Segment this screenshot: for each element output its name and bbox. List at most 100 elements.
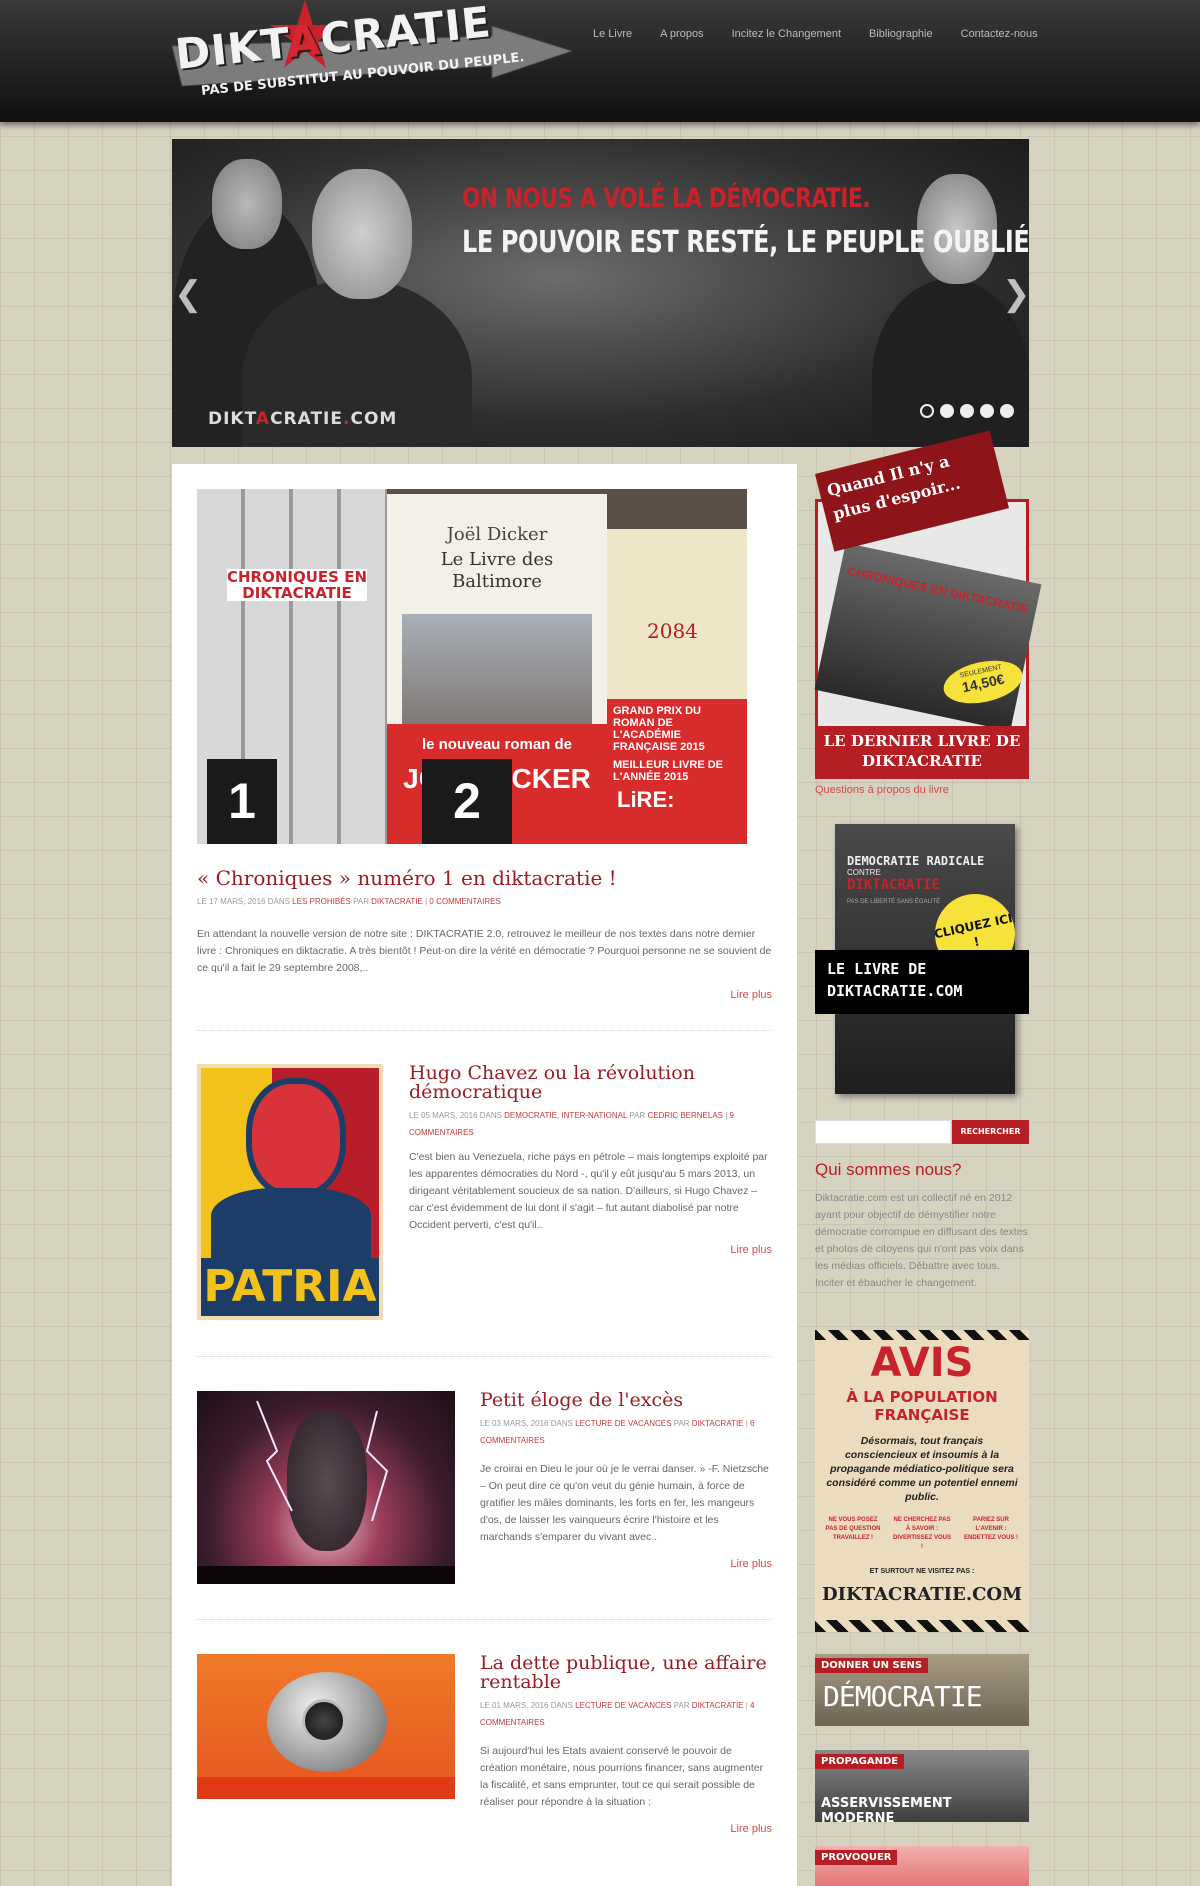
slider-next-arrow-icon[interactable]: ❯ [1002,274,1029,314]
latest-book-promo[interactable]: CHRONIQUES EN DIKTACRATIE SEULEMENT 14,5… [814,430,1042,779]
promo2-book-title: DEMOCRATIE RADICALE [847,854,985,868]
promo2-caption: LE LIVRE DE DIKTACRATIE.COM [815,950,1029,1014]
banner-provoquer[interactable]: PROVOQUER [815,1846,1029,1886]
post-title[interactable]: Petit éloge de l'excès [480,1391,772,1410]
thumb-prize-text: GRAND PRIX DU ROMAN DE L'ACADÉMIE FRANÇA… [613,705,705,753]
banner-word: DÉMOCRATIE [823,1680,983,1713]
slider-dot[interactable] [960,404,974,418]
post-title[interactable]: Hugo Chavez ou la révolution démocratiqu… [409,1064,772,1102]
nav-bibliographie[interactable]: Bibliographie [869,28,933,40]
avis-site: DIKTACRATIE.COM [821,1584,1023,1605]
post-thumbnail-chroniques[interactable]: CHRONIQUES EN DIKTACRATIE Joël Dicker Le… [197,489,747,844]
thumb-chroniques-title: CHRONIQUES EN DIKTACRATIE [227,568,368,602]
about-widget-title: Qui sommes nous? [815,1160,962,1179]
post-thumbnail-exces[interactable] [197,1391,455,1584]
read-more-link[interactable]: Lire plus [197,989,772,1001]
post-meta: LE 05 MARS, 2016 DANS DEMOCRATIE, INTER-… [409,1111,734,1137]
post-author-link[interactable]: CEDRIC BERNELAS [647,1111,723,1120]
thumb-book-author: Joël Dicker [446,524,548,545]
promo2-contre: CONTRE [847,868,881,877]
thumb-chavez-body [211,1188,371,1258]
read-more-link[interactable]: Lire plus [409,1244,772,1256]
search-input[interactable] [815,1120,951,1144]
promo2-caption-line1: LE LIVRE DE [827,960,927,978]
site-logo[interactable]: DIKTACRATIE PAS DE SUBSTITUT AU POUVOIR … [172,0,572,118]
post-author-link[interactable]: DIKTACRATIE [692,1701,744,1710]
promo-book-title: CHRONIQUES EN DIKTACRATIE [846,564,1030,617]
slider-face-left [212,159,282,249]
main-nav: Le Livre A propos Incitez le Changement … [593,28,1066,40]
content-column: CHRONIQUES EN DIKTACRATIE Joël Dicker Le… [172,464,797,1886]
post-chavez: Hugo Chavez ou la révolution démocratiqu… [409,1064,772,1257]
post-excerpt: C'est bien au Venezuela, riche pays en p… [409,1151,768,1231]
post-divider [197,1356,772,1357]
post-author-link[interactable]: DIKTACRATIE [692,1419,744,1428]
nav-le-livre[interactable]: Le Livre [593,28,632,40]
post-thumbnail-chavez[interactable]: PATRIA [197,1064,383,1320]
slider-headline-white: LE POUVOIR EST RESTÉ, LE PEUPLE OUBLIÉ. [462,225,1029,260]
post-thumbnail-dette[interactable] [197,1654,455,1799]
slider-dot[interactable] [940,404,954,418]
banner-tag: DONNER UN SENS [815,1658,929,1673]
post-author-link[interactable]: DIKTACRATIE [371,897,423,906]
book-questions-link[interactable]: Questions à propos du livre [815,784,949,796]
post-meta: LE 17 MARS, 2016 DANS LES PROHIBÉS PAR D… [197,897,501,906]
avis-hazard-bottom [815,1620,1029,1632]
post-divider [197,1030,772,1031]
read-more-link[interactable]: Lire plus [480,1823,772,1835]
avis-col2: NE CHERCHEZ PAS À SAVOIR : DIVERTISSEZ V… [892,1517,951,1550]
lightning-icon [256,1400,389,1522]
banner-democratie[interactable]: DONNER UN SENS DÉMOCRATIE [815,1654,1029,1726]
slider-dot[interactable] [980,404,994,418]
thumb-patria-band: PATRIA [201,1258,379,1316]
banner-word: ASSERVISSEMENT MODERNE [821,1796,952,1822]
read-more-link[interactable]: Lire plus [480,1558,772,1570]
post-category-link[interactable]: DEMOCRATIE, INTER-NATIONAL [504,1111,627,1120]
avis-col3: PARIEZ SUR L'AVENIR : ENDETTEZ VOUS ! [963,1517,1018,1541]
thumb-book-building [402,614,592,734]
banner-tag: PROVOQUER [815,1850,898,1865]
thumb-patria-poster: PATRIA [201,1068,379,1316]
thumb-number-2: 2 [422,759,512,844]
thumb-lire-text: LiRE: [617,787,675,812]
slider-brand: DIKTACRATIE.COM [208,409,398,429]
post-title[interactable]: « Chroniques » numéro 1 en diktacratie ! [197,868,772,888]
hero-slider[interactable]: ON NOUS A VOLÉ LA DÉMOCRATIE. LE POUVOIR… [172,139,1029,447]
promo2-red-title: DIKTACRATIE [847,877,940,893]
nav-contactez-nous[interactable]: Contactez-nous [961,28,1038,40]
post-excerpt: Je croirai en Dieu le jour où je le verr… [480,1463,769,1543]
site-header: DIKTACRATIE PAS DE SUBSTITUT AU POUVOIR … [0,0,1200,122]
banner-tag: PROPAGANDE [815,1754,905,1769]
slider-dot[interactable] [920,404,934,418]
avis-poster-banner[interactable]: AVIS À LA POPULATION FRANÇAISE Désormais… [815,1330,1029,1632]
post-excerpt: Si aujourd'hui les Etats avaient conserv… [480,1745,764,1808]
post-category-link[interactable]: LECTURE DE VACANCES [575,1701,671,1710]
thumb-dial [302,1699,346,1743]
nav-a-propos[interactable]: A propos [660,28,703,40]
avis-body: Désormais, tout français consciencieux e… [826,1435,1018,1503]
about-widget-text: Diktacratie.com est un collectif né en 2… [815,1192,1028,1289]
slider-dot[interactable] [1000,404,1014,418]
post-category-link[interactable]: LES PROHIBÉS [292,897,351,906]
search-button[interactable]: RECHERCHER [952,1120,1029,1144]
avis-note: ET SURTOUT NE VISITEZ PAS : [869,1568,975,1575]
avis-hazard-top [815,1330,1029,1340]
book-promo-diktacratie[interactable]: DEMOCRATIE RADICALE CONTRE DIKTACRATIE P… [815,824,1029,1094]
banner-propagande[interactable]: PROPAGANDE ASSERVISSEMENT MODERNE [815,1750,1029,1822]
promo-book-cover: CHRONIQUES EN DIKTACRATIE [814,542,1042,732]
post-comments-link[interactable]: 0 COMMENTAIRES [429,897,500,906]
thumb-2084-book: 2084 GRAND PRIX DU ROMAN DE L'ACADÉMIE F… [607,529,747,844]
thumb-chavez-face [246,1078,346,1198]
thumb-2084-title: 2084 [647,619,698,643]
promo-caption-band: LE DERNIER LIVRE DE DIKTACRATIE [818,726,1026,776]
post-category-link[interactable]: LECTURE DE VACANCES [575,1419,671,1428]
avis-col1: NE VOUS POSEZ PAS DE QUESTION TRAVAILLEZ… [825,1517,881,1541]
slider-prev-arrow-icon[interactable]: ❮ [174,274,203,314]
nav-incitez-le-changement[interactable]: Incitez le Changement [732,28,841,40]
thumb-ground [197,1566,455,1584]
post-chroniques: « Chroniques » numéro 1 en diktacratie !… [197,868,772,1001]
post-title[interactable]: La dette publique, une affaire rentable [480,1654,772,1692]
avis-subtitle: À LA POPULATION FRANÇAISE [846,1388,998,1424]
thumb-book-title: Le Livre des Baltimore [440,549,554,592]
post-exces: Petit éloge de l'excès LE 03 MARS, 2016 … [480,1391,772,1571]
